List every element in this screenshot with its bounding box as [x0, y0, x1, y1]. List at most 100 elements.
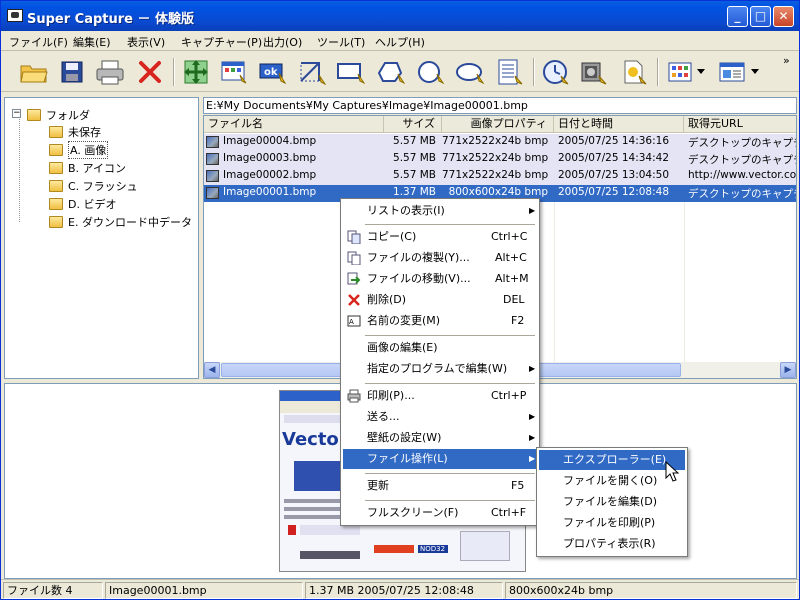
document-capture-icon[interactable] — [619, 57, 649, 87]
menu-output[interactable]: 出力(O) — [263, 34, 302, 50]
tree-root-folders[interactable]: フォルダ — [27, 107, 90, 123]
move-file-icon — [347, 272, 361, 285]
scroll-capture-icon[interactable] — [495, 57, 525, 87]
menu-file[interactable]: ファイル(F) — [9, 34, 68, 50]
ctx-list-view[interactable]: リストの表示(I) ▶ — [343, 201, 537, 221]
menu-edit[interactable]: 編集(E) — [73, 34, 111, 50]
ctx-rename[interactable]: A 名前の変更(M) F2 — [343, 311, 537, 331]
polygon-capture-icon[interactable] — [375, 57, 405, 87]
rect-capture-icon[interactable] — [335, 57, 365, 87]
thumb-badge: NOD32 — [418, 545, 448, 553]
open-folder-icon[interactable] — [19, 57, 49, 87]
thumb-logo: Vector — [282, 429, 348, 450]
table-row[interactable]: Image00002.bmp 5.57 MB 771x2522x24b bmp … — [204, 168, 796, 185]
menu-help[interactable]: ヘルプ(H) — [375, 34, 425, 50]
details-view-icon[interactable] — [717, 57, 747, 87]
tree-item-label: E. ダウンロード中データ — [68, 216, 192, 229]
menu-bar: ファイル(F) 編集(E) 表示(V) キャプチャー(P) 出力(O) ツール(… — [1, 31, 799, 51]
save-icon[interactable] — [57, 57, 87, 87]
ctx-refresh[interactable]: 更新 F5 — [343, 476, 537, 496]
tree-item-video[interactable]: D. ビデオ — [49, 196, 116, 212]
menu-capture[interactable]: キャプチャー(P) — [181, 34, 262, 50]
tree-collapse-toggle[interactable]: − — [12, 109, 21, 118]
delete-icon[interactable] — [135, 57, 165, 87]
table-row[interactable]: Image00003.bmp 5.57 MB 771x2522x24b bmp … — [204, 151, 796, 168]
submenu-arrow-icon: ▶ — [529, 454, 536, 463]
status-file-name: Image00001.bmp — [105, 582, 303, 599]
duplicate-icon — [347, 251, 361, 265]
status-dimensions: 800x600x24b bmp — [505, 582, 797, 599]
ok-capture-icon[interactable]: ok — [257, 57, 287, 87]
bitmap-icon — [206, 153, 219, 165]
ctx-send-to[interactable]: 送る... ▶ — [343, 407, 537, 427]
print-icon — [347, 389, 361, 403]
tree-item-label: A. 画像 — [68, 141, 109, 159]
column-header-properties[interactable]: 画像プロパティ — [442, 116, 554, 133]
submenu-properties[interactable]: プロパティ表示(R) — [539, 534, 685, 554]
ctx-move[interactable]: ファイルの移動(V)... Alt+M — [343, 269, 537, 289]
ellipse-capture-icon[interactable] — [415, 57, 445, 87]
ctx-set-wallpaper[interactable]: 壁紙の設定(W) ▶ — [343, 428, 537, 448]
close-button[interactable]: ✕ — [773, 6, 794, 27]
menu-tools[interactable]: ツール(T) — [317, 34, 365, 50]
toolbar: ok » — [1, 52, 799, 92]
ctx-edit-image[interactable]: 画像の編集(E) — [343, 338, 537, 358]
tree-root-label: フォルダ — [46, 109, 90, 122]
folder-icon — [49, 198, 63, 210]
app-window: Super Capture － 体験版 _ □ ✕ ファイル(F) 編集(E) … — [0, 0, 800, 600]
submenu-print-file[interactable]: ファイルを印刷(P) — [539, 513, 685, 533]
thumbnail-dropdown-icon[interactable] — [695, 57, 707, 87]
minimize-button[interactable]: _ — [727, 6, 748, 27]
ctx-delete[interactable]: 削除(D) DEL — [343, 290, 537, 310]
submenu-open-file[interactable]: ファイルを開く(O) — [539, 471, 685, 491]
ctx-print[interactable]: 印刷(P)... Ctrl+P — [343, 386, 537, 406]
video-capture-icon[interactable] — [579, 57, 609, 87]
thumbnail-view-icon[interactable] — [665, 57, 695, 87]
ctx-fullscreen[interactable]: フルスクリーン(F) Ctrl+F — [343, 503, 537, 523]
tree-item-label: 未保存 — [68, 126, 101, 139]
copy-icon — [347, 230, 361, 244]
column-header-name[interactable]: ファイル名 — [204, 116, 384, 133]
oval-capture-icon[interactable] — [455, 57, 485, 87]
folder-icon — [49, 162, 63, 174]
region-capture-icon[interactable] — [297, 57, 327, 87]
tree-item-unsaved[interactable]: 未保存 — [49, 124, 101, 140]
svg-text:ok: ok — [264, 67, 278, 78]
title-bar[interactable]: Super Capture － 体験版 _ □ ✕ — [1, 1, 799, 31]
rename-icon: A — [347, 315, 361, 327]
submenu-explorer[interactable]: エクスプローラー(E) — [539, 450, 685, 470]
tree-item-image[interactable]: A. 画像 — [49, 141, 109, 159]
table-row[interactable]: Image00004.bmp 5.57 MB 771x2522x24b bmp … — [204, 134, 796, 151]
move-capture-icon[interactable] — [181, 57, 211, 87]
column-header-size[interactable]: サイズ — [384, 116, 442, 133]
ctx-duplicate[interactable]: ファイルの複製(Y)... Alt+C — [343, 248, 537, 268]
submenu-arrow-icon: ▶ — [529, 364, 536, 373]
ctx-file-operations[interactable]: ファイル操作(L) ▶ — [343, 449, 537, 469]
details-dropdown-icon[interactable] — [749, 57, 761, 87]
toolbar-overflow-icon[interactable]: » — [783, 54, 790, 67]
ctx-edit-with-program[interactable]: 指定のプログラムで編集(W) ▶ — [343, 359, 537, 379]
window-capture-icon[interactable] — [219, 57, 249, 87]
status-bar: ファイル数 4 Image00001.bmp 1.37 MB 2005/07/2… — [1, 579, 799, 599]
folder-icon — [27, 109, 41, 121]
timer-capture-icon[interactable] — [541, 57, 571, 87]
tree-item-flash[interactable]: C. フラッシュ — [49, 178, 138, 194]
folder-icon — [49, 180, 63, 192]
ctx-copy[interactable]: コピー(C) Ctrl+C — [343, 227, 537, 247]
tree-item-downloading[interactable]: E. ダウンロード中データ — [49, 214, 192, 230]
scroll-left-icon[interactable]: ◀ — [204, 362, 220, 378]
print-icon[interactable] — [95, 57, 125, 87]
context-menu: リストの表示(I) ▶ コピー(C) Ctrl+C ファイルの複製(Y)... … — [340, 198, 540, 526]
maximize-button[interactable]: □ — [750, 6, 771, 27]
scroll-right-icon[interactable]: ▶ — [780, 362, 796, 378]
tree-item-label: C. フラッシュ — [68, 180, 138, 193]
submenu-edit-file[interactable]: ファイルを編集(D) — [539, 492, 685, 512]
delete-icon — [348, 294, 360, 306]
tree-item-icon[interactable]: B. アイコン — [49, 160, 126, 176]
menu-view[interactable]: 表示(V) — [127, 34, 165, 50]
path-field[interactable]: E:¥My Documents¥My Captures¥Image¥Image0… — [203, 97, 797, 114]
submenu-arrow-icon: ▶ — [529, 433, 536, 442]
column-header-date[interactable]: 日付と時間 — [554, 116, 684, 133]
column-header-url[interactable]: 取得元URL — [684, 116, 796, 133]
folder-icon — [49, 126, 63, 138]
